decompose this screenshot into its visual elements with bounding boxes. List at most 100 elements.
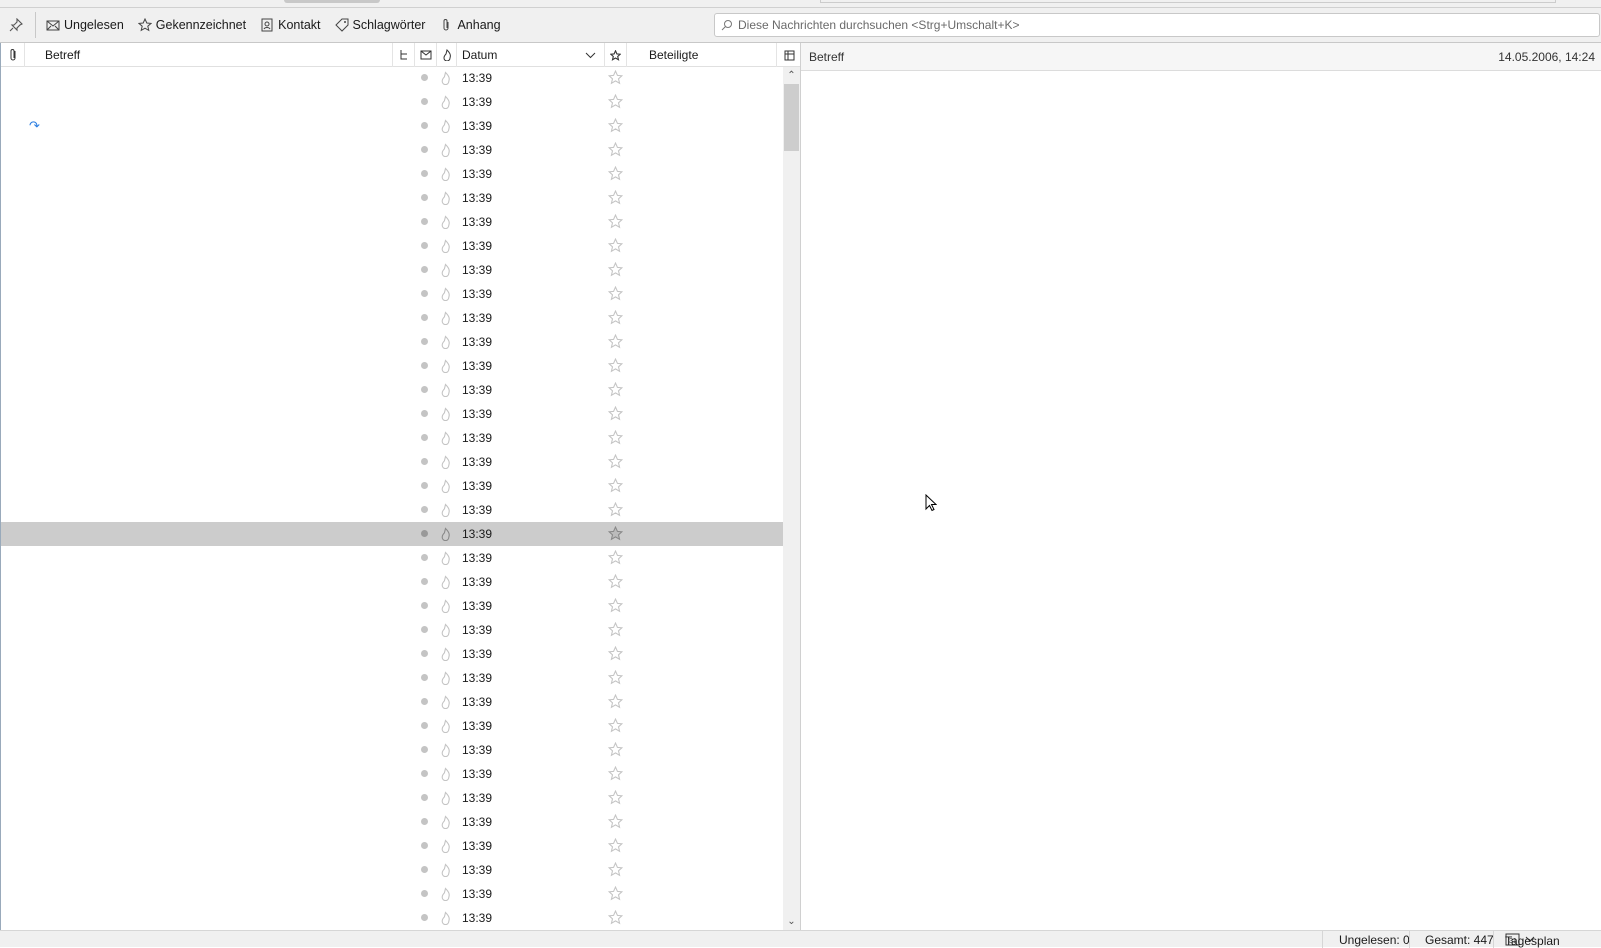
message-row[interactable]: 13:39 bbox=[1, 690, 783, 714]
star-icon[interactable] bbox=[608, 694, 623, 709]
star-icon[interactable] bbox=[608, 238, 623, 253]
read-status-dot-icon[interactable] bbox=[421, 266, 428, 273]
junk-flame-icon[interactable] bbox=[440, 383, 451, 397]
star-icon[interactable] bbox=[608, 358, 623, 373]
read-status-dot-icon[interactable] bbox=[421, 194, 428, 201]
column-date[interactable]: Datum bbox=[457, 43, 605, 67]
pin-filter-button[interactable] bbox=[0, 11, 32, 39]
message-row[interactable]: 13:39 bbox=[1, 162, 783, 186]
filter-unread-button[interactable]: Ungelesen bbox=[39, 11, 131, 39]
message-row[interactable]: 13:39 bbox=[1, 67, 783, 90]
read-status-dot-icon[interactable] bbox=[421, 338, 428, 345]
junk-flame-icon[interactable] bbox=[440, 431, 451, 445]
message-row[interactable]: 13:39 bbox=[1, 858, 783, 882]
junk-flame-icon[interactable] bbox=[440, 863, 451, 877]
message-row[interactable]: 13:39 bbox=[1, 282, 783, 306]
star-icon[interactable] bbox=[608, 118, 623, 133]
message-row[interactable]: 13:39 bbox=[1, 354, 783, 378]
read-status-dot-icon[interactable] bbox=[421, 506, 428, 513]
column-read[interactable] bbox=[415, 43, 437, 67]
star-icon[interactable] bbox=[608, 190, 623, 205]
message-row[interactable]: 13:39 bbox=[1, 834, 783, 858]
junk-flame-icon[interactable] bbox=[440, 887, 451, 901]
junk-flame-icon[interactable] bbox=[440, 575, 451, 589]
star-icon[interactable] bbox=[608, 142, 623, 157]
filter-tags-button[interactable]: Schlagwörter bbox=[328, 11, 433, 39]
read-status-dot-icon[interactable] bbox=[421, 530, 428, 537]
star-icon[interactable] bbox=[608, 478, 623, 493]
junk-flame-icon[interactable] bbox=[440, 551, 451, 565]
column-attachment[interactable] bbox=[1, 43, 25, 67]
star-icon[interactable] bbox=[608, 454, 623, 469]
junk-flame-icon[interactable] bbox=[440, 191, 451, 205]
read-status-dot-icon[interactable] bbox=[421, 914, 428, 921]
scrollbar-thumb[interactable] bbox=[784, 84, 799, 151]
message-row[interactable]: 13:39 bbox=[1, 906, 783, 930]
message-row[interactable]: 13:39 bbox=[1, 498, 783, 522]
star-icon[interactable] bbox=[608, 334, 623, 349]
read-status-dot-icon[interactable] bbox=[421, 410, 428, 417]
junk-flame-icon[interactable] bbox=[440, 119, 451, 133]
read-status-dot-icon[interactable] bbox=[421, 722, 428, 729]
junk-flame-icon[interactable] bbox=[440, 695, 451, 709]
column-participants[interactable]: Beteiligte bbox=[627, 43, 777, 67]
filter-attachment-button[interactable]: Anhang bbox=[432, 11, 507, 39]
message-row[interactable]: 13:39 bbox=[1, 90, 783, 114]
message-row[interactable]: 13:39 bbox=[1, 402, 783, 426]
message-row[interactable]: 13:39 bbox=[1, 378, 783, 402]
junk-flame-icon[interactable] bbox=[440, 743, 451, 757]
star-icon[interactable] bbox=[608, 886, 623, 901]
column-thread[interactable] bbox=[393, 43, 415, 67]
read-status-dot-icon[interactable] bbox=[421, 842, 428, 849]
message-row[interactable]: 13:39 bbox=[1, 546, 783, 570]
message-row[interactable]: 13:39 bbox=[1, 810, 783, 834]
message-row[interactable]: 13:39 bbox=[1, 186, 783, 210]
message-row[interactable]: 13:39 bbox=[1, 594, 783, 618]
message-list-scrollbar[interactable]: ⌃ ⌄ bbox=[783, 67, 800, 930]
junk-flame-icon[interactable] bbox=[440, 311, 451, 325]
message-search-input[interactable]: Diese Nachrichten durchsuchen <Strg+Umsc… bbox=[714, 13, 1600, 37]
filter-contact-button[interactable]: Kontakt bbox=[253, 11, 327, 39]
message-row[interactable]: 13:39 bbox=[1, 426, 783, 450]
junk-flame-icon[interactable] bbox=[440, 455, 451, 469]
message-row[interactable]: 13:39 bbox=[1, 762, 783, 786]
read-status-dot-icon[interactable] bbox=[421, 746, 428, 753]
junk-flame-icon[interactable] bbox=[440, 911, 451, 925]
read-status-dot-icon[interactable] bbox=[421, 122, 428, 129]
star-icon[interactable] bbox=[608, 286, 623, 301]
star-icon[interactable] bbox=[608, 862, 623, 877]
message-row[interactable]: 13:39 bbox=[1, 138, 783, 162]
read-status-dot-icon[interactable] bbox=[421, 818, 428, 825]
column-starred[interactable] bbox=[605, 43, 627, 67]
junk-flame-icon[interactable] bbox=[440, 647, 451, 661]
message-row[interactable]: 13:39 bbox=[1, 330, 783, 354]
junk-flame-icon[interactable] bbox=[440, 791, 451, 805]
junk-flame-icon[interactable] bbox=[440, 503, 451, 517]
star-icon[interactable] bbox=[608, 94, 623, 109]
junk-flame-icon[interactable] bbox=[440, 95, 451, 109]
junk-flame-icon[interactable] bbox=[440, 623, 451, 637]
star-icon[interactable] bbox=[608, 70, 623, 85]
read-status-dot-icon[interactable] bbox=[421, 146, 428, 153]
scroll-up-button[interactable]: ⌃ bbox=[783, 67, 800, 84]
junk-flame-icon[interactable] bbox=[440, 767, 451, 781]
message-row[interactable]: 13:39 bbox=[1, 474, 783, 498]
message-row[interactable]: 13:39 bbox=[1, 618, 783, 642]
junk-flame-icon[interactable] bbox=[440, 359, 451, 373]
message-row[interactable]: 13:39 bbox=[1, 522, 783, 546]
junk-flame-icon[interactable] bbox=[440, 815, 451, 829]
star-icon[interactable] bbox=[608, 214, 623, 229]
junk-flame-icon[interactable] bbox=[440, 839, 451, 853]
read-status-dot-icon[interactable] bbox=[421, 770, 428, 777]
read-status-dot-icon[interactable] bbox=[421, 458, 428, 465]
star-icon[interactable] bbox=[608, 430, 623, 445]
message-row[interactable]: 13:39 bbox=[1, 234, 783, 258]
message-row[interactable]: 13:39 bbox=[1, 210, 783, 234]
junk-flame-icon[interactable] bbox=[440, 599, 451, 613]
read-status-dot-icon[interactable] bbox=[421, 554, 428, 561]
junk-flame-icon[interactable] bbox=[440, 479, 451, 493]
star-icon[interactable] bbox=[608, 310, 623, 325]
read-status-dot-icon[interactable] bbox=[421, 314, 428, 321]
column-junk[interactable] bbox=[437, 43, 457, 67]
star-icon[interactable] bbox=[608, 574, 623, 589]
